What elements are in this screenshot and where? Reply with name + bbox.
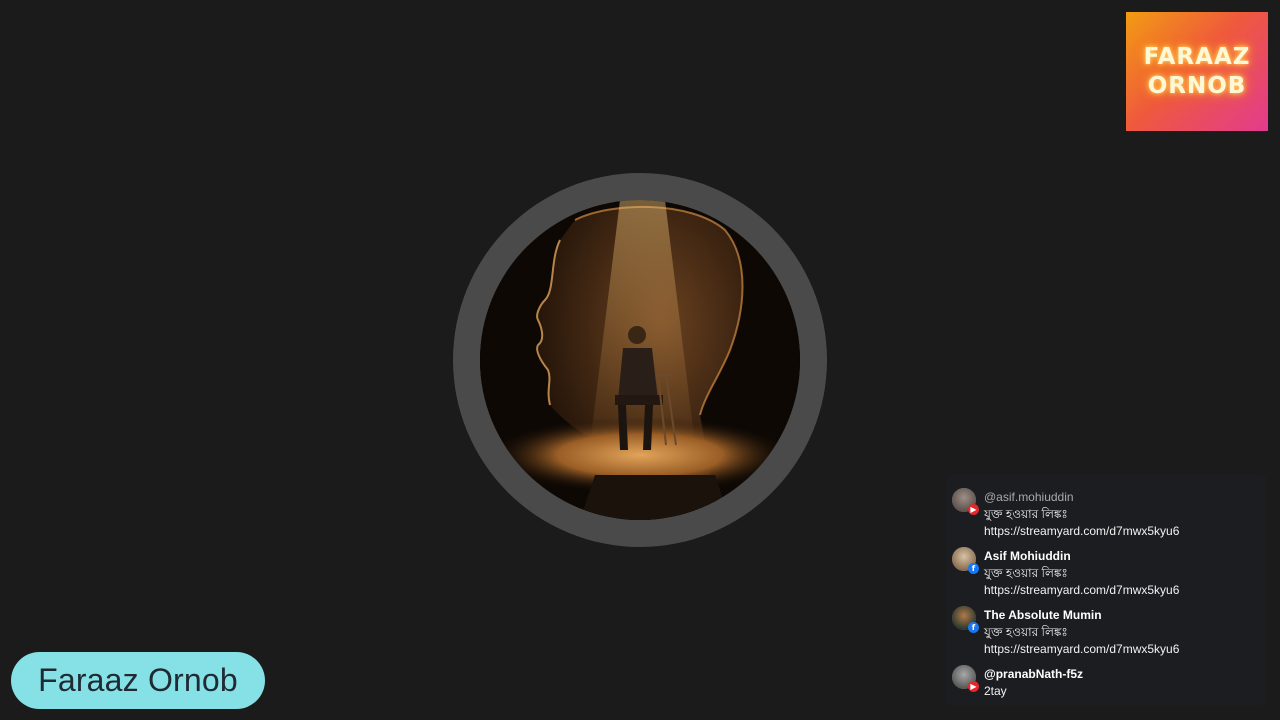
chat-text: যুক্ত হওয়ার লিঙ্কঃ — [984, 507, 1068, 521]
avatar: ▶ — [952, 665, 979, 692]
avatar: ▶ — [952, 488, 979, 515]
chat-text: যুক্ত হওয়ার লিঙ্কঃ — [984, 625, 1068, 639]
chat-text: https://streamyard.com/d7mwx5kyu6 — [984, 524, 1180, 538]
facebook-icon: f — [968, 622, 979, 633]
chat-author: The Absolute Mumin — [984, 608, 1102, 622]
avatar: f — [952, 547, 979, 574]
speaker-name-badge: Faraaz Ornob — [11, 652, 265, 709]
youtube-icon: ▶ — [968, 504, 979, 515]
avatar: f — [952, 606, 979, 633]
youtube-icon: ▶ — [968, 681, 979, 692]
chat-overlay: ▶ @asif.mohiuddin যুক্ত হওয়ার লিঙ্কঃ ht… — [946, 475, 1266, 705]
chat-author: @pranabNath-f5z — [984, 667, 1084, 681]
chat-text: https://streamyard.com/d7mwx5kyu6 — [984, 583, 1180, 597]
chat-text: যুক্ত হওয়ার লিঙ্কঃ — [984, 566, 1068, 580]
logo-line-2: ORNOB — [1147, 72, 1247, 99]
logo-line-1: FARAAZ — [1143, 43, 1251, 70]
chat-author: Asif Mohiuddin — [984, 549, 1071, 563]
avatar-artwork — [480, 200, 800, 520]
chat-author: @asif.mohiuddin — [984, 490, 1074, 504]
speaker-avatar — [480, 200, 800, 520]
chat-text: 2tay — [984, 684, 1007, 698]
speaker-name: Faraaz Ornob — [38, 662, 238, 698]
channel-logo: FARAAZ ORNOB — [1126, 12, 1268, 131]
stream-stage: FARAAZ ORNOB Faraaz Ornob ▶ @asif.mohiud… — [0, 0, 1280, 720]
facebook-icon: f — [968, 563, 979, 574]
chat-text: https://streamyard.com/d7mwx5kyu6 — [984, 642, 1180, 656]
